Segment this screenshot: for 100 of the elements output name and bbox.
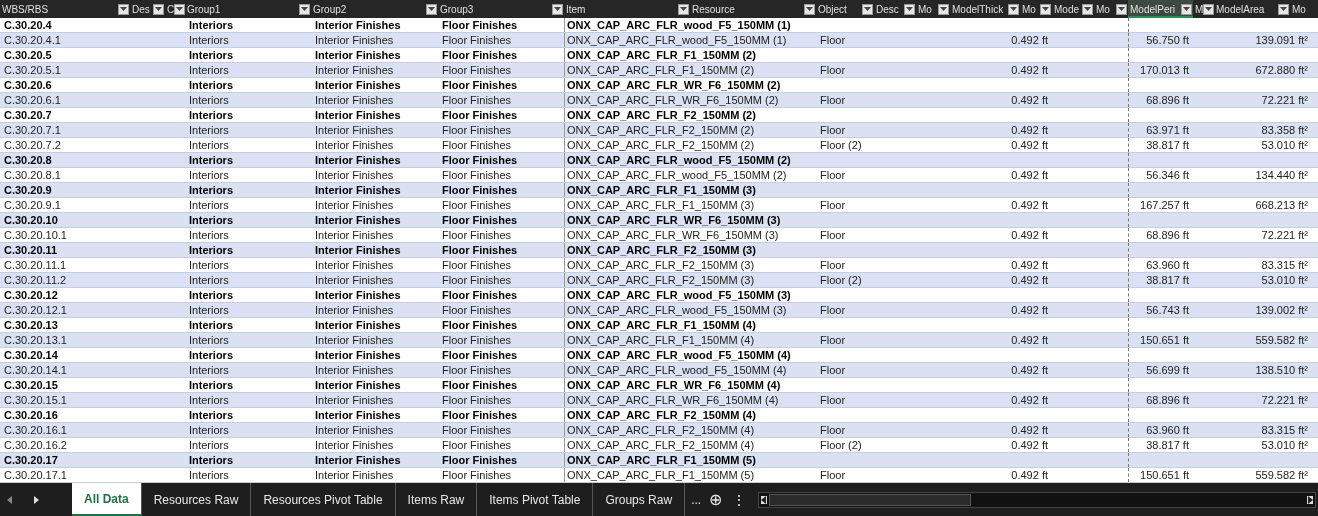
table-cell-text: Interior Finishes [314,93,395,107]
filter-button[interactable] [1082,3,1093,15]
column-header[interactable]: Mode [1052,0,1094,18]
table-cell-text: C.30.20.17 [3,453,59,467]
column-header[interactable]: Group3 [438,0,564,18]
column-header[interactable]: Mo [1020,0,1052,18]
column-header[interactable]: C [165,0,185,18]
table-cell: ONX_CAP_ARC_FLR_WR_F6_150MM (3) [564,213,816,227]
table-cell-text: 53.010 ft² [1260,138,1309,152]
table-cell-text: Floor Finishes [441,378,519,392]
column-header[interactable]: ModelArea [1214,0,1290,18]
table-cell-text: Interiors [188,288,234,302]
table-cell-text: Floor [819,393,847,407]
table-cell-text: Floor [819,468,847,482]
horizontal-scrollbar[interactable] [758,491,1316,508]
caret-icon [176,7,184,11]
table-cell: ONX_CAP_ARC_FLR_WR_F6_150MM (3) [564,228,816,242]
table-cell-text: Floor Finishes [441,63,513,77]
table-cell-text: Floor [819,333,847,347]
scroll-left-icon[interactable] [6,494,14,505]
column-header[interactable]: M [1193,0,1214,18]
table-cell-text: 72.221 ft² [1260,228,1309,242]
filter-button[interactable] [1203,3,1215,15]
table-cell-text: Floor Finishes [441,288,519,302]
table-cell-text: Floor Finishes [441,303,513,317]
filter-button[interactable] [804,3,815,15]
column-header[interactable]: Mo [1290,0,1318,18]
scroll-left-arrow-icon[interactable] [761,495,768,504]
sheet-tab[interactable]: All Data [72,483,142,516]
table-cell-text: 83.315 ft² [1260,258,1309,272]
table-cell-text: Interior Finishes [314,123,395,137]
column-header[interactable]: Des [130,0,165,18]
scroll-right-arrow-icon[interactable] [1307,495,1313,504]
column-header[interactable]: Object [816,0,874,18]
filter-button[interactable] [1278,3,1289,15]
table-cell-text: C.30.20.5 [3,48,53,62]
add-sheet-button[interactable]: ⊕ [709,490,723,509]
column-header[interactable]: Resource [690,0,816,18]
table-cell-text: C.30.20.16.2 [3,438,68,452]
table-cell-text: 38.817 ft [1145,438,1190,452]
table-cell-text: Interiors [188,273,230,287]
filter-button[interactable] [1040,3,1051,15]
filter-button[interactable] [174,3,186,15]
column-header[interactable]: WBS/RBS [0,0,130,18]
table-cell-text: Interior Finishes [314,183,402,197]
table-cell: ONX_CAP_ARC_FLR_F1_150MM (4) [564,318,816,332]
table-cell-text: 56.699 ft [1145,363,1190,377]
filter-button[interactable] [862,3,873,15]
table-cell-text: Interior Finishes [314,438,395,452]
filter-button[interactable] [299,3,310,15]
caret-icon [1084,7,1091,11]
caret-icon [301,7,308,11]
column-header[interactable]: Item [564,0,690,18]
caret-icon [1280,7,1287,11]
column-header[interactable]: Group1 [185,0,311,18]
column-header[interactable]: ModelPeri [1128,0,1193,18]
column-header[interactable]: Mo [916,0,950,18]
filter-button[interactable] [1008,3,1019,15]
filter-button[interactable] [938,3,949,15]
table-cell-text: 72.221 ft² [1260,93,1309,107]
table-cell-text: Floor Finishes [441,468,513,482]
column-header[interactable]: ModelThick [950,0,1020,18]
table-cell-text: Interiors [188,213,234,227]
filter-button[interactable] [1116,3,1127,15]
table-cell-text: 63.971 ft [1145,123,1190,137]
table-cell-text: 0.492 ft [1010,258,1049,272]
table-cell-text: Interiors [188,438,230,452]
filter-button[interactable] [426,3,437,15]
tab-menu-button[interactable]: ⋮ [732,491,747,508]
table-cell-text: Floor Finishes [441,123,513,137]
sheet-tab[interactable]: Resources Pivot Table [251,483,396,516]
sheet-tab[interactable]: Groups Raw [593,483,686,516]
sheet-tab[interactable]: Items Raw [395,483,478,516]
table-cell-text: Interior Finishes [314,63,395,77]
filter-button[interactable] [1181,3,1192,15]
sheet-tab[interactable]: Items Pivot Table [477,483,594,516]
column-header[interactable]: Group2 [311,0,438,18]
column-header[interactable]: Mo [1094,0,1128,18]
table-cell-text: C.30.20.8.1 [3,168,62,182]
caret-icon [940,7,947,11]
table-cell-text: Floor Finishes [441,33,513,47]
caret-icon [428,7,435,11]
filter-button[interactable] [118,3,129,15]
table-cell-text: C.30.20.4 [3,18,53,32]
filter-button[interactable] [552,3,563,15]
more-tabs-button[interactable]: ... [691,492,702,507]
table-cell: ONX_CAP_ARC_FLR_F2_150MM (4) [564,423,816,437]
table-cell-text: Interiors [188,363,230,377]
filter-button[interactable] [153,3,164,15]
table-cell-text: Floor Finishes [441,453,519,467]
scroll-right-icon[interactable] [32,494,40,505]
table-cell-text: Interiors [188,408,234,422]
filter-button[interactable] [678,3,689,15]
table-cell-text: Floor Finishes [441,273,513,287]
sheet-tab[interactable]: Resources Raw [141,483,252,516]
table-cell-text: 150.651 ft [1139,333,1190,347]
column-header[interactable]: Desc [874,0,916,18]
table-cell-text: 72.221 ft² [1260,393,1309,407]
table-cell-text: C.30.20.13 [3,318,59,332]
filter-button[interactable] [904,3,915,15]
